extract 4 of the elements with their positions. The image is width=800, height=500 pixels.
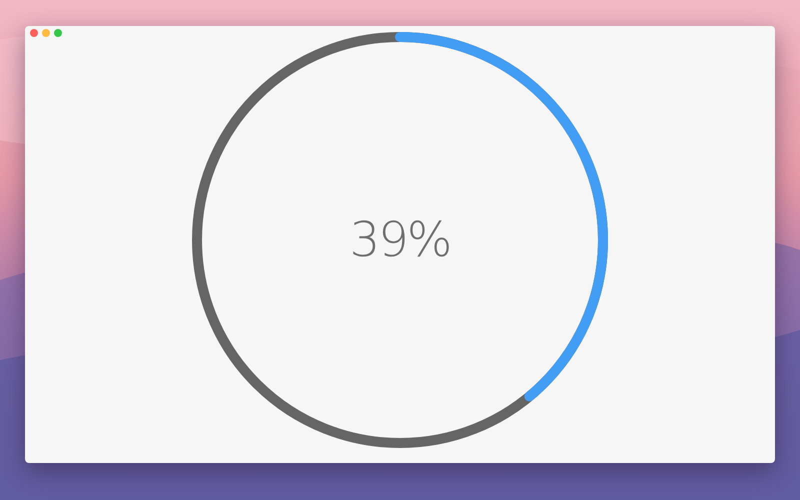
- close-button[interactable]: [30, 29, 38, 37]
- percent-label: 39%: [350, 212, 450, 268]
- minimize-button[interactable]: [42, 29, 50, 37]
- zoom-button[interactable]: [54, 29, 62, 37]
